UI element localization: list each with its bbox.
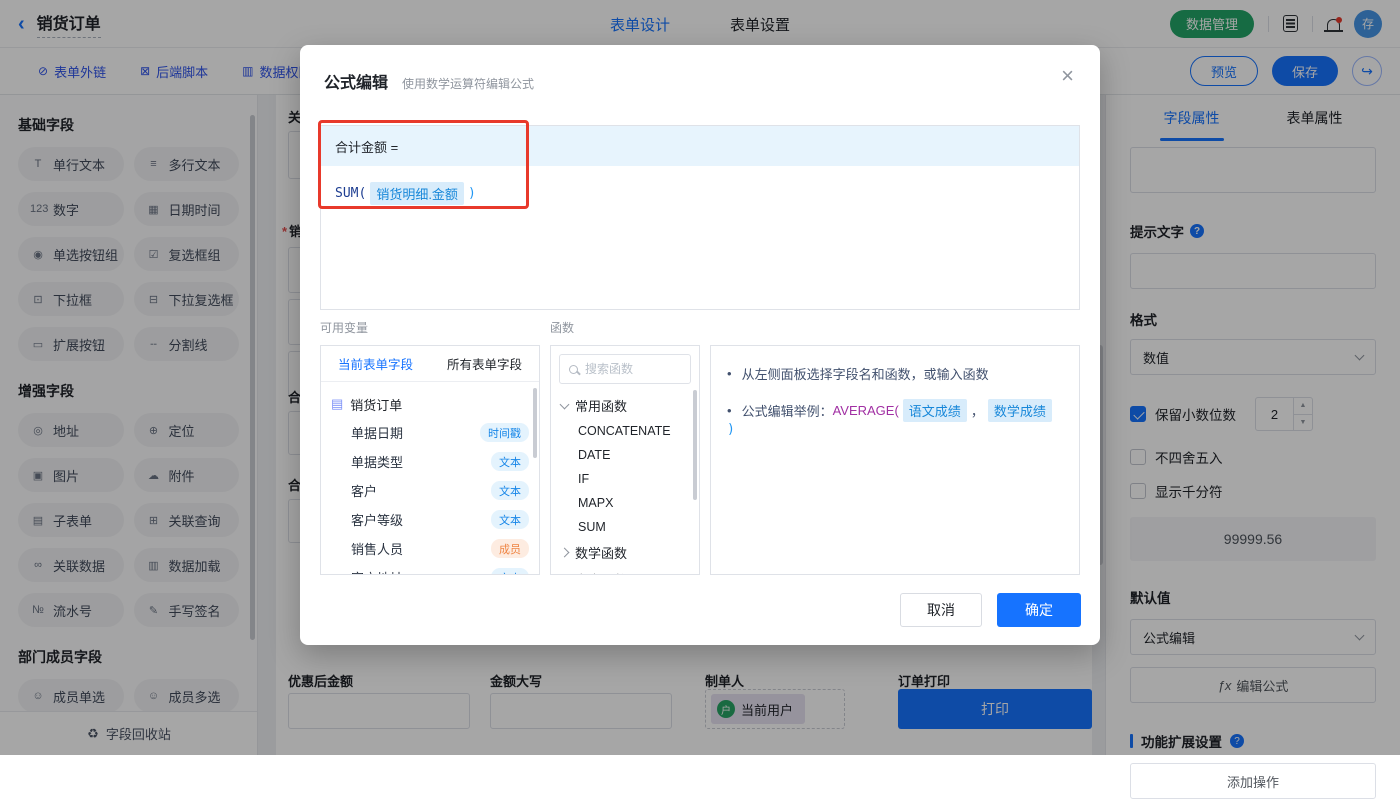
formula-edit-modal: 公式编辑 使用数学运算符编辑公式 × 合计金额 = SUM( 销货明细.金额 )… — [300, 45, 1100, 645]
variable-name: 客户等级 — [351, 510, 403, 529]
variables-tabs: 当前表单字段 所有表单字段 — [321, 346, 539, 382]
formula-field-token[interactable]: 销货明细.金额 — [370, 182, 464, 205]
help-example-token: 数学成绩 — [988, 399, 1052, 422]
type-badge: 文本 — [491, 510, 529, 529]
confirm-button[interactable]: 确定 — [997, 593, 1081, 627]
help-panel: 从左侧面板选择字段名和函数，或输入函数 公式编辑举例： AVERAGE( 语文成… — [710, 345, 1080, 575]
variable-row[interactable]: 客户 文本 — [331, 476, 529, 505]
function-group-label: 常用函数 — [575, 396, 627, 415]
function-item[interactable]: SUM — [551, 515, 699, 539]
variables-panel: 当前表单字段 所有表单字段 ▤ 销货订单 单据日期时间戳 单据类型文本 客户文本… — [320, 345, 540, 575]
modal-title: 公式编辑 — [324, 69, 388, 93]
function-search[interactable] — [559, 354, 691, 384]
variable-row[interactable]: 单据类型 文本 — [331, 447, 529, 476]
function-item[interactable]: CONCATENATE — [551, 419, 699, 443]
variable-name: 单据类型 — [351, 452, 403, 471]
formula-target: 合计金额 = — [321, 126, 1079, 166]
formula-lhs: 合计金额 = — [335, 137, 398, 156]
variable-row[interactable]: 客户地址 文本 — [331, 563, 529, 575]
functions-panel: 常用函数 CONCATENATE DATE IF MAPX SUM 数学函数 文… — [550, 345, 700, 575]
tab-all-form-fields[interactable]: 所有表单字段 — [430, 346, 539, 381]
function-group-label: 数学函数 — [575, 543, 627, 562]
variable-name: 客户地址 — [351, 568, 403, 575]
formula-paren: ) — [468, 186, 476, 201]
functions-scrollbar[interactable] — [693, 390, 697, 500]
function-group-text[interactable]: 文本函数 — [551, 566, 699, 575]
tree-root-form[interactable]: ▤ 销货订单 — [331, 390, 529, 418]
tree-root-label: 销货订单 — [350, 395, 402, 414]
search-icon — [569, 365, 578, 374]
help-example-comma: ， — [971, 401, 984, 420]
add-action-button[interactable]: 添加操作 — [1130, 763, 1376, 799]
functions-label: 函数 — [550, 319, 574, 336]
chevron-right-icon — [560, 548, 570, 558]
modal-subtitle: 使用数学运算符编辑公式 — [402, 75, 534, 92]
type-badge: 成员 — [491, 539, 529, 558]
function-group-label: 文本函数 — [575, 570, 627, 575]
close-icon[interactable]: × — [1061, 65, 1074, 87]
formula-editor[interactable]: 合计金额 = SUM( 销货明细.金额 ) — [320, 125, 1080, 310]
cancel-button[interactable]: 取消 — [900, 593, 982, 627]
variables-scrollbar[interactable] — [533, 388, 537, 458]
function-group-common[interactable]: 常用函数 — [551, 392, 699, 419]
modal-header: 公式编辑 使用数学运算符编辑公式 — [300, 45, 1100, 93]
function-search-input[interactable] — [585, 362, 681, 376]
help-line-1: 从左侧面板选择字段名和函数，或输入函数 — [727, 364, 1063, 383]
variable-name: 客户 — [351, 481, 377, 500]
type-badge: 时间戳 — [480, 423, 529, 442]
function-item[interactable]: DATE — [551, 443, 699, 467]
chevron-down-icon — [560, 399, 570, 409]
help-example-prefix: 公式编辑举例： — [742, 401, 833, 420]
variable-name: 销售人员 — [351, 539, 403, 558]
variable-name: 单据日期 — [351, 423, 403, 442]
variable-row[interactable]: 销售人员 成员 — [331, 534, 529, 563]
function-item[interactable]: IF — [551, 467, 699, 491]
formula-function: SUM( — [335, 186, 366, 201]
add-action-label: 添加操作 — [1227, 772, 1279, 791]
tab-current-form-fields[interactable]: 当前表单字段 — [321, 346, 430, 381]
formula-expression[interactable]: SUM( 销货明细.金额 ) — [321, 166, 1079, 221]
help-line-2: 公式编辑举例： AVERAGE( 语文成绩 ， 数学成绩 ) — [727, 399, 1063, 437]
help-example-token: 语文成绩 — [903, 399, 967, 422]
help-example-function: AVERAGE( — [833, 403, 899, 418]
variables-tree: ▤ 销货订单 单据日期时间戳 单据类型文本 客户文本 客户等级文本 销售人员成员… — [321, 382, 539, 575]
help-text: 从左侧面板选择字段名和函数，或输入函数 — [742, 364, 989, 383]
function-group-math[interactable]: 数学函数 — [551, 539, 699, 566]
type-badge: 文本 — [491, 452, 529, 471]
type-badge: 文本 — [491, 568, 529, 575]
variables-label: 可用变量 — [320, 319, 368, 336]
variable-row[interactable]: 单据日期 时间戳 — [331, 418, 529, 447]
type-badge: 文本 — [491, 481, 529, 500]
help-example-paren: ) — [727, 422, 735, 437]
variable-row[interactable]: 客户等级 文本 — [331, 505, 529, 534]
document-icon: ▤ — [331, 396, 343, 412]
function-item[interactable]: MAPX — [551, 491, 699, 515]
